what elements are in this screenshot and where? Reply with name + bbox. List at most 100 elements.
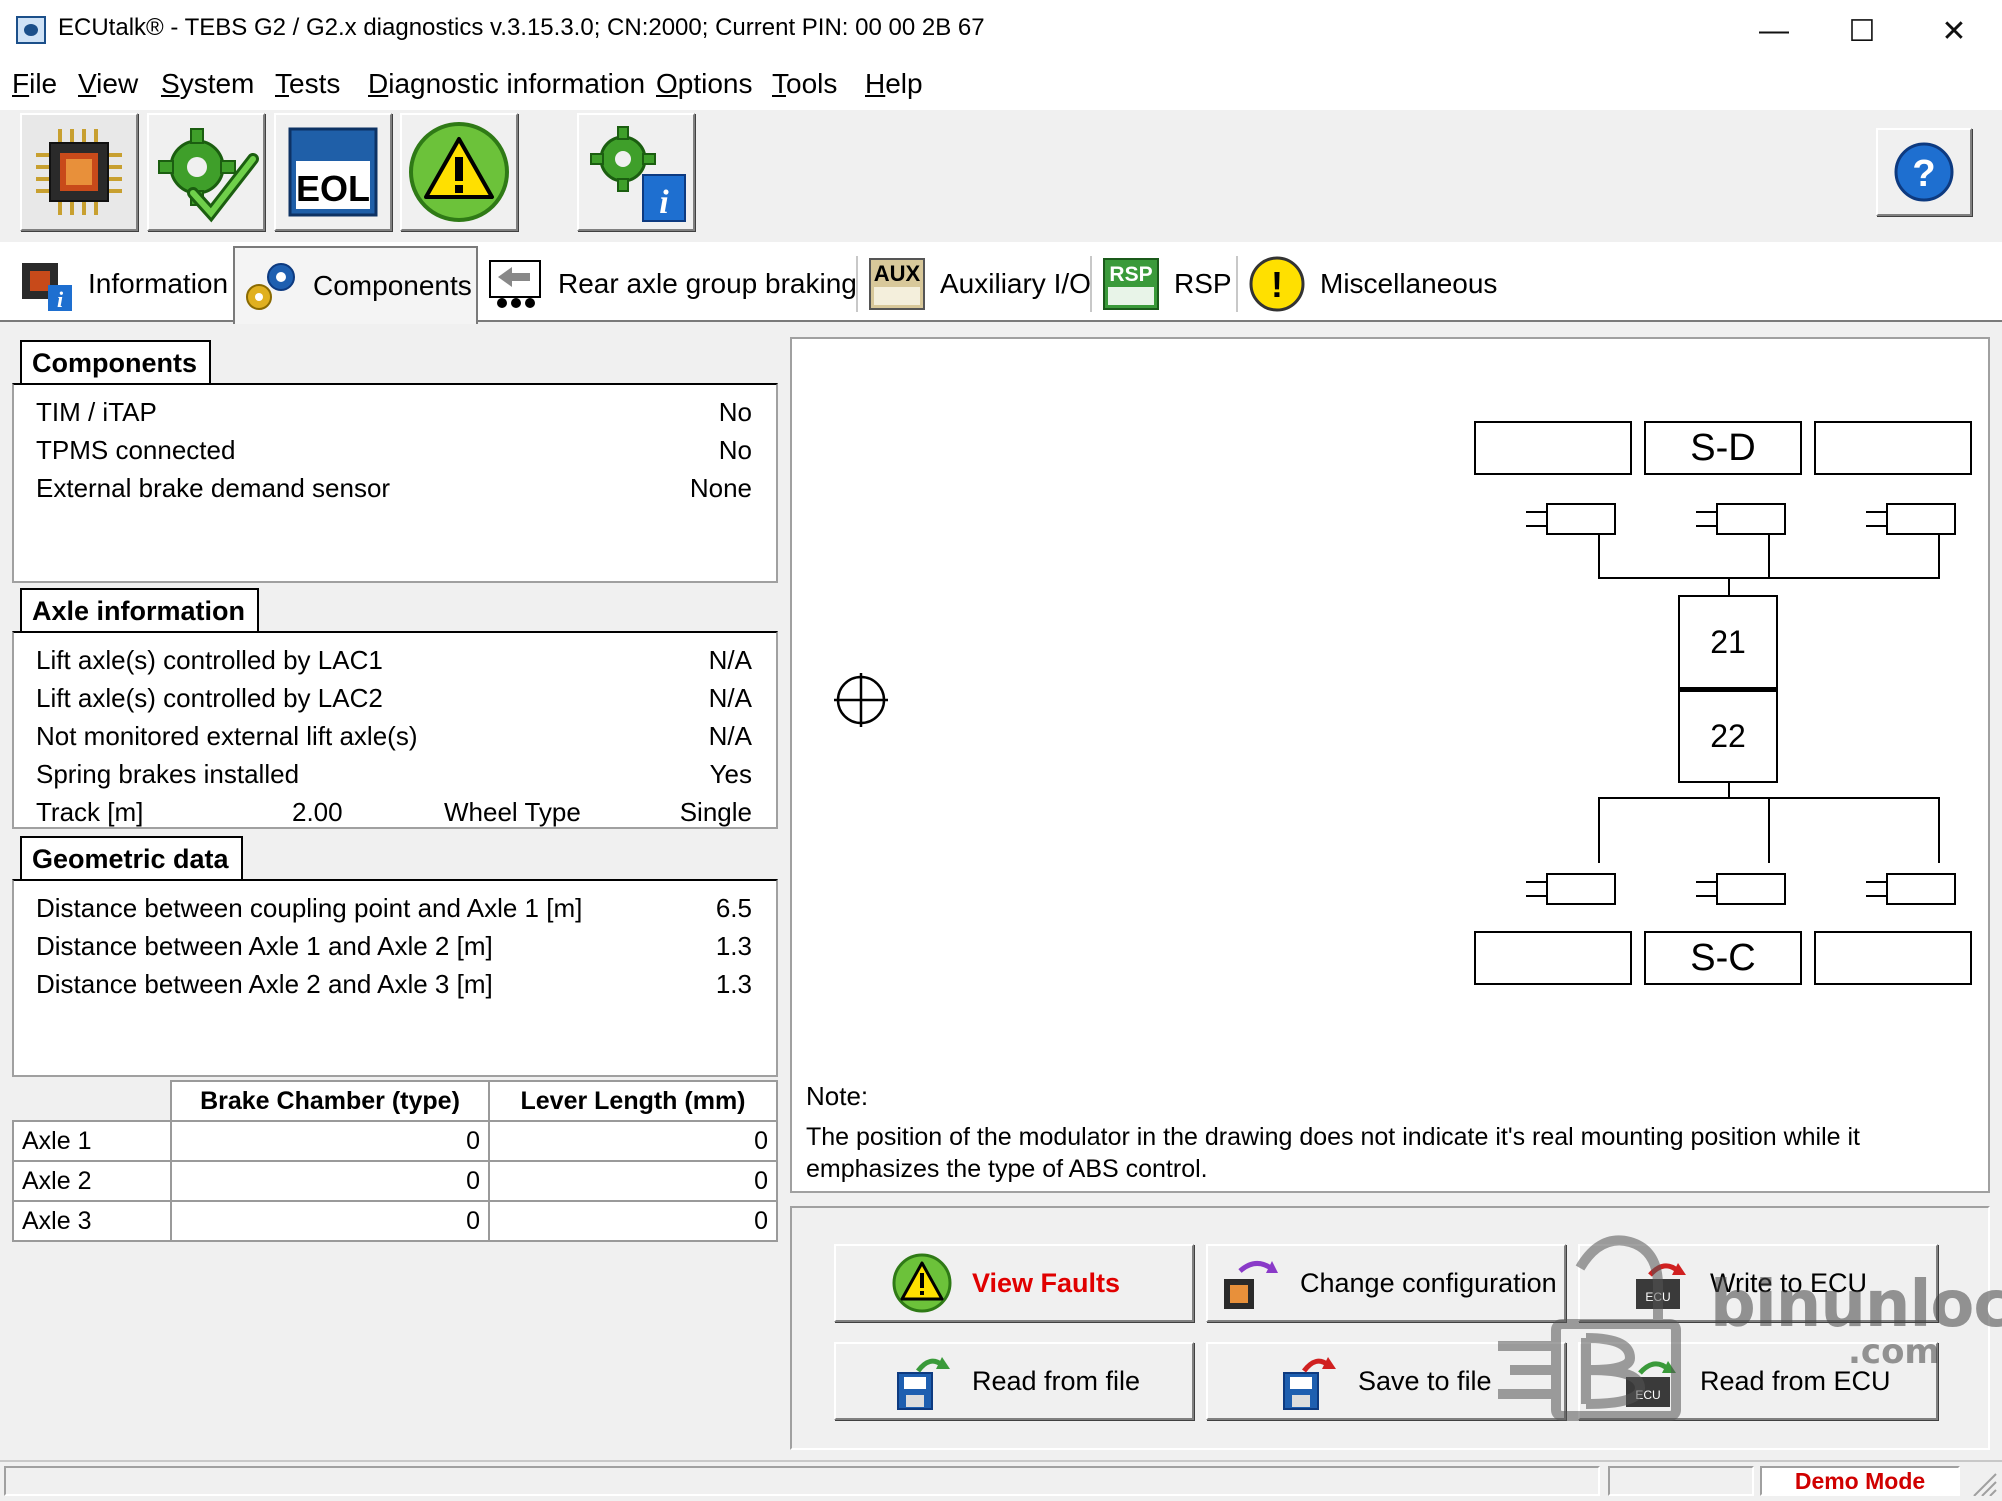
components-row-label: TPMS connected [36,435,236,465]
sensor-box-empty [1474,931,1632,985]
app-icon [16,16,46,44]
connector-line [1768,797,1770,863]
connector-line [1598,797,1600,863]
tab-bar: i Information Components Rear axle group… [0,242,2002,324]
warning-icon [892,1253,952,1313]
brake-chamber-cell[interactable]: 0 [170,1200,490,1242]
watermark-text: binunlock [1710,1268,2002,1342]
sensor-box-empty [1814,931,1972,985]
eol-icon-text: EOL [296,168,370,209]
status-panel [1608,1466,1754,1496]
menu-tools[interactable]: Tools [772,68,837,100]
axle-info-row-label: Spring brakes installed [36,759,300,789]
tab-components-label: Components [313,270,472,301]
tab-rsp-label: RSP [1174,268,1232,299]
eol-button[interactable]: EOL [274,113,392,231]
exclamation-icon: ! [1248,255,1306,313]
brake-chamber-icon [1696,873,1790,907]
brake-chamber-icon [1696,503,1790,537]
gear-info-icon: i [590,126,686,222]
menu-help[interactable]: Help [865,68,923,100]
axle-cell: Axle 2 [12,1160,172,1202]
axle-info-row-label: Lift axle(s) controlled by LAC2 [36,683,383,713]
gear-info-button[interactable]: i [577,113,695,231]
warning-button[interactable] [400,113,518,231]
table-corner-cell [12,1080,172,1122]
brake-chamber-icon [1526,873,1620,907]
tab-information[interactable]: i Information [10,248,232,320]
read-from-file-button[interactable]: Read from file [834,1342,1194,1420]
maximize-button[interactable]: ☐ [1818,0,1906,62]
geometric-group-header: Geometric data [12,834,778,880]
tab-rear-axle-label: Rear axle group braking [558,268,857,299]
status-panel [4,1466,1600,1496]
note-title: Note: [806,1081,869,1111]
axle-info-row-value: Yes [709,759,752,789]
gear-check-button[interactable] [147,113,265,231]
sensor-box-sd: S-D [1644,421,1802,475]
menu-bar: File View System Tests Diagnostic inform… [0,62,2002,110]
tab-divider [856,256,858,312]
connector-line [1938,535,1940,579]
axle-info-panel: Lift axle(s) controlled by LAC1 N/A Lift… [12,631,778,829]
menu-view[interactable]: View [78,68,138,100]
menu-tests[interactable]: Tests [275,68,340,100]
tab-miscellaneous-label: Miscellaneous [1320,268,1498,299]
menu-system[interactable]: System [161,68,254,100]
components-row-label: External brake demand sensor [36,473,391,503]
track-value: 2.00 [292,797,343,827]
brake-chamber-cell[interactable]: 0 [170,1160,490,1202]
crosshair-icon [834,673,888,727]
geometric-row-value: 1.3 [715,969,752,999]
geometric-title: Geometric data [20,836,243,880]
brake-chamber-icon [1866,503,1960,537]
tab-information-label: Information [88,268,229,299]
view-faults-button[interactable]: View Faults [834,1244,1194,1322]
window-title: ECUtalk® - TEBS G2 / G2.x diagnostics v.… [58,14,985,41]
lever-length-cell[interactable]: 0 [488,1200,778,1242]
connector-line [1598,577,1940,579]
eol-icon: EOL [288,127,378,217]
components-row-value: None [689,473,752,503]
tab-divider [1236,256,1238,312]
tab-rsp[interactable]: RSP RSP [1096,248,1234,320]
tab-components[interactable]: Components [233,246,478,324]
minimize-button[interactable]: — [1730,0,1818,62]
svg-text:AUX: AUX [874,261,921,286]
tab-miscellaneous[interactable]: ! Miscellaneous [1242,248,1522,320]
help-icon: ? [1894,142,1954,202]
connector-line [1768,535,1770,579]
tab-auxiliary-io[interactable]: AUX Auxiliary I/O [862,248,1091,320]
watermark-logo: binunlock .com [1490,1228,2002,1428]
read-from-file-label: Read from file [972,1365,1141,1396]
resize-grip-icon[interactable] [1968,1468,1998,1497]
demo-mode-indicator: Demo Mode [1760,1466,1960,1496]
lever-length-cell[interactable]: 0 [488,1160,778,1202]
watermark-domain: .com [1848,1332,1940,1372]
tab-rear-axle-group-braking[interactable]: Rear axle group braking [480,248,857,320]
menu-file[interactable]: File [12,68,57,100]
ecu-chip-icon [36,129,122,215]
svg-text:i: i [57,287,64,312]
save-to-file-label: Save to file [1358,1365,1492,1396]
axle-info-row-value: N/A [708,683,752,713]
help-button[interactable]: ? [1876,128,1972,216]
components-row-value: No [718,397,752,427]
axle-info-row-label: Lift axle(s) controlled by LAC1 [36,645,383,675]
geometric-panel: Distance between coupling point and Axle… [12,879,778,1077]
change-config-icon [1220,1253,1280,1313]
brake-chamber-cell[interactable]: 0 [170,1120,490,1162]
lever-length-cell[interactable]: 0 [488,1120,778,1162]
axle-info-group-header: Axle information [12,586,778,632]
axle-info-row-label: Not monitored external lift axle(s) [36,721,418,751]
components-panel: TIM / iTAP No TPMS connected No External… [12,383,778,583]
axle-info-title: Axle information [20,588,260,632]
ecu-button[interactable] [20,113,138,231]
column-header-brake-chamber: Brake Chamber (type) [170,1080,490,1122]
menu-options[interactable]: Options [656,68,753,100]
wheel-type-value: Single [679,797,752,827]
table-header-row: Brake Chamber (type) Lever Length (mm) [12,1080,778,1122]
wheel-type-label: Wheel Type [444,797,581,827]
close-button[interactable]: ✕ [1910,0,1998,62]
menu-diagnostic-information[interactable]: Diagnostic information [368,68,645,100]
